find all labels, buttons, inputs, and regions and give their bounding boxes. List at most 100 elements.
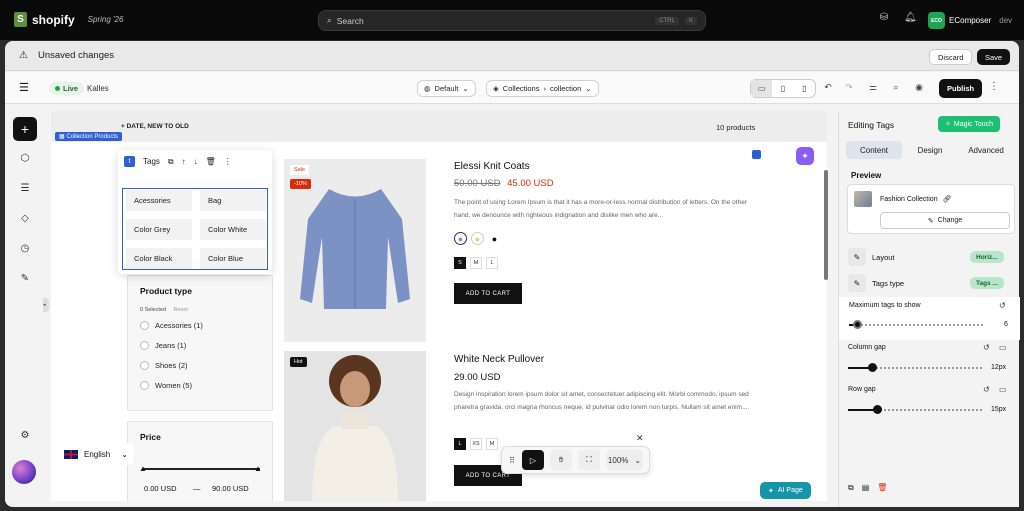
inspect-icon[interactable]: ⌕ bbox=[890, 82, 902, 93]
size-option[interactable]: L bbox=[486, 257, 498, 269]
price-range-track[interactable] bbox=[142, 468, 260, 470]
price-min-input[interactable]: 0.00 USD bbox=[144, 484, 177, 498]
theme-select[interactable]: ◍ Default ⌄ bbox=[417, 80, 476, 97]
section-tag[interactable]: ▦ Collection Products bbox=[55, 132, 123, 141]
radio[interactable] bbox=[140, 321, 149, 330]
row-gap-slider-knob[interactable] bbox=[873, 405, 882, 414]
desktop-icon[interactable]: ▭ bbox=[751, 80, 773, 97]
size-option[interactable]: XS bbox=[470, 438, 482, 450]
bell-icon[interactable]: 🔔︎ bbox=[904, 12, 917, 24]
pencil-icon[interactable]: ✎ bbox=[848, 248, 866, 266]
product-title[interactable]: White Neck Pullover bbox=[454, 354, 544, 365]
swatch-black[interactable]: ● bbox=[488, 232, 501, 245]
price-max-input[interactable]: 90.00 USD bbox=[212, 484, 249, 498]
close-icon[interactable]: ✕ bbox=[636, 433, 644, 444]
row-gap-value[interactable]: 15px bbox=[991, 406, 1006, 413]
tab-content[interactable]: Content bbox=[846, 141, 902, 159]
save-block-icon[interactable]: ▤ bbox=[862, 483, 870, 493]
tag-item[interactable]: Color Grey bbox=[126, 219, 192, 240]
size-option[interactable]: M bbox=[486, 438, 498, 450]
ai-orb-icon[interactable] bbox=[12, 460, 36, 484]
more-vertical-icon[interactable]: ⋮ bbox=[989, 81, 999, 92]
duplicate-icon[interactable]: ⧉ bbox=[168, 157, 174, 167]
tag-item[interactable]: Acessories bbox=[126, 190, 192, 211]
sort-select[interactable]: + DATE, NEW TO OLD bbox=[121, 123, 189, 130]
layers-icon[interactable]: ☰ bbox=[18, 183, 32, 194]
max-tags-slider-knob[interactable] bbox=[853, 320, 862, 329]
filter-option[interactable]: Jeans (1) bbox=[140, 341, 186, 350]
ai-sparkle-button[interactable]: ✦ bbox=[796, 147, 814, 165]
tag-item[interactable]: Color Black bbox=[126, 248, 192, 269]
tag-item[interactable]: Color White bbox=[200, 219, 266, 240]
page-select[interactable]: ◈ Collections › collection ⌄ bbox=[486, 80, 599, 97]
language-select[interactable]: English ⌄ bbox=[58, 443, 134, 465]
tab-advanced[interactable]: Advanced bbox=[958, 141, 1014, 159]
drag-handle-icon[interactable]: ⠿ bbox=[508, 450, 516, 470]
reset-link[interactable]: Reset bbox=[174, 307, 188, 313]
move-down-icon[interactable]: ↓ bbox=[194, 157, 198, 166]
zoom-select[interactable]: 100% ⌄ bbox=[606, 450, 643, 470]
move-up-icon[interactable]: ↑ bbox=[182, 157, 186, 166]
search-input[interactable]: ⌕ Search CTRL K bbox=[318, 10, 706, 31]
filter-option[interactable]: Acessories (1) bbox=[140, 321, 203, 330]
max-tags-value[interactable]: 6 bbox=[1004, 321, 1008, 328]
radio[interactable] bbox=[140, 381, 149, 390]
copy-icon[interactable]: ⧉ bbox=[848, 483, 854, 493]
tablet-icon[interactable]: ▯ bbox=[772, 80, 793, 97]
user-menu[interactable]: ECO EComposer dev bbox=[928, 12, 1012, 29]
fit-screen-icon[interactable]: ⛶ bbox=[578, 450, 600, 470]
tag-item[interactable]: Color Blue bbox=[200, 248, 266, 269]
column-gap-slider-knob[interactable] bbox=[868, 363, 877, 372]
column-gap-value[interactable]: 12px bbox=[991, 364, 1006, 371]
radio[interactable] bbox=[140, 361, 149, 370]
settings-sliders-icon[interactable]: ⚌ bbox=[867, 82, 879, 93]
menu-icon[interactable]: ☰ bbox=[19, 81, 29, 94]
save-button[interactable]: Save bbox=[977, 49, 1011, 65]
price-min-handle[interactable]: ▲ bbox=[139, 464, 147, 473]
brush-icon[interactable]: ✎ bbox=[18, 273, 32, 284]
magic-touch-button[interactable]: ✧ Magic Touch bbox=[938, 116, 1001, 132]
radio[interactable] bbox=[140, 341, 149, 350]
reset-icon[interactable]: ↺ bbox=[999, 301, 1006, 310]
select-tool-icon[interactable]: ▷ bbox=[522, 450, 544, 470]
size-option[interactable]: S bbox=[454, 257, 466, 269]
change-button[interactable]: ✎ Change bbox=[880, 212, 1010, 229]
history-icon[interactable]: ◷ bbox=[18, 243, 32, 254]
tags-element[interactable]: t Tags ⧉ ↑ ↓ 🗑︎ ⋮ Acessories Bag Color G… bbox=[118, 150, 272, 274]
size-option[interactable]: M bbox=[470, 257, 482, 269]
publish-button[interactable]: Publish bbox=[939, 79, 983, 98]
database-icon[interactable]: ⛁ bbox=[878, 12, 890, 24]
product-title[interactable]: Elessi Knit Coats bbox=[454, 161, 530, 172]
mobile-icon[interactable]: ▯ bbox=[794, 80, 815, 97]
eye-icon[interactable]: ◉ bbox=[913, 82, 925, 93]
canvas-scrollbar[interactable] bbox=[823, 70, 829, 460]
add-to-cart-button[interactable]: ADD TO CART bbox=[454, 283, 522, 304]
max-tags-slider[interactable] bbox=[849, 324, 983, 326]
product-image[interactable]: Sale -10% bbox=[284, 159, 426, 342]
more-vertical-icon[interactable]: ⋮ bbox=[224, 157, 232, 166]
tags-type-value[interactable]: Tags ... bbox=[970, 277, 1004, 289]
tab-design[interactable]: Design bbox=[902, 141, 958, 159]
element-corner-handle[interactable] bbox=[752, 150, 761, 159]
ai-page-button[interactable]: ✦ AI Page bbox=[760, 482, 811, 499]
collapse-sidebar-handle[interactable]: ◂ bbox=[43, 298, 49, 312]
stack-icon[interactable]: ◇ bbox=[18, 213, 32, 224]
add-element-button[interactable]: + bbox=[13, 117, 37, 141]
size-option[interactable]: L bbox=[454, 438, 466, 450]
reset-icon[interactable]: ↺ bbox=[983, 343, 990, 352]
scrollbar-thumb[interactable] bbox=[824, 170, 828, 280]
swatch-yellow[interactable]: ● bbox=[471, 232, 484, 245]
link-icon[interactable]: 🔗︎ bbox=[943, 196, 952, 203]
product-image[interactable]: Hot bbox=[284, 351, 426, 501]
delete-icon[interactable]: 🗑︎ bbox=[206, 157, 216, 166]
desktop-icon[interactable]: ▭ bbox=[999, 343, 1007, 352]
redo-icon[interactable]: ↷ bbox=[843, 82, 855, 93]
pencil-icon[interactable]: ✎ bbox=[848, 274, 866, 292]
discard-button[interactable]: Discard bbox=[929, 49, 973, 65]
filter-option[interactable]: Shoes (2) bbox=[140, 361, 188, 370]
hand-tool-icon[interactable]: ✋︎ bbox=[550, 450, 572, 470]
tag-item[interactable]: Bag bbox=[200, 190, 266, 211]
reset-icon[interactable]: ↺ bbox=[983, 385, 990, 394]
cube-icon[interactable]: ⬡ bbox=[18, 153, 32, 164]
delete-icon[interactable]: 🗑︎ bbox=[877, 483, 887, 493]
